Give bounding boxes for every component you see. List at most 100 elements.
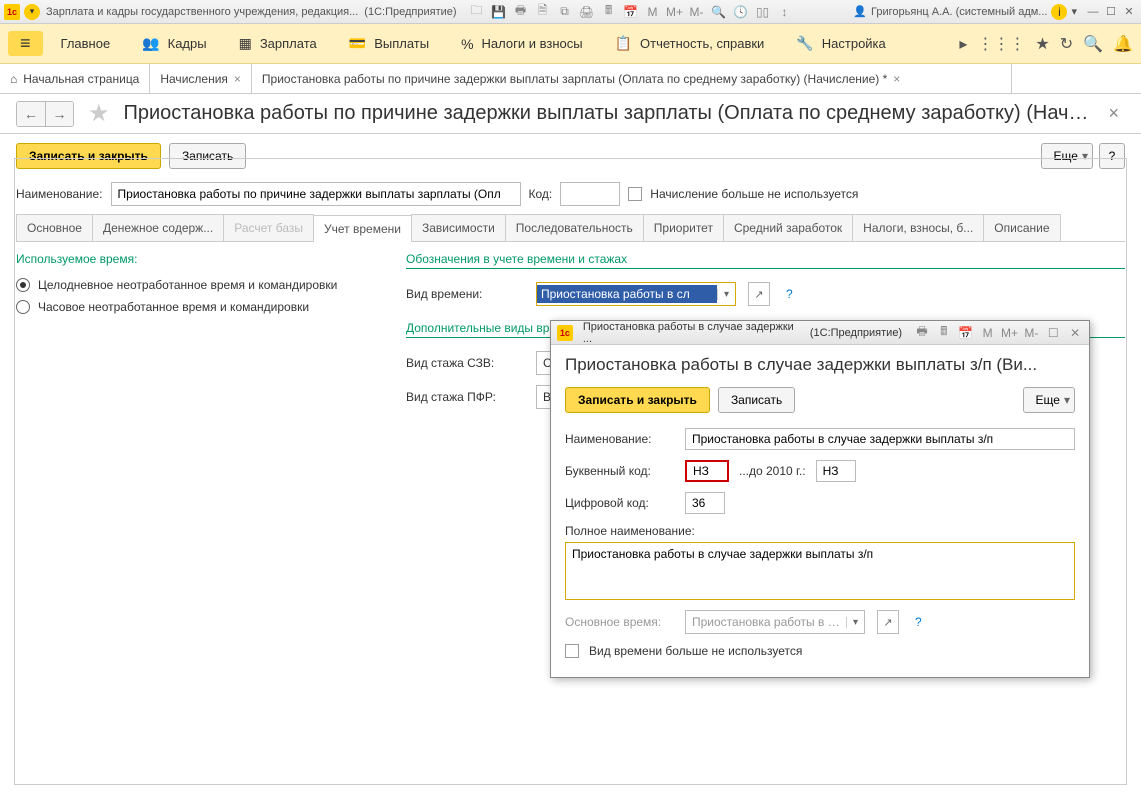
menu-reports[interactable]: 📋Отчетность, справки [601,31,779,56]
tab-current[interactable]: Приостановка работы по причине задержки … [252,64,1012,93]
help-icon[interactable]: ? [915,615,922,629]
play-icon[interactable]: ▸ [959,34,967,54]
menu-taxes[interactable]: %Налоги и взносы [447,32,597,56]
dialog-name-input[interactable] [685,428,1075,450]
dialog-close[interactable]: ✕ [1067,325,1083,341]
dialog-titlebar: 1c Приостановка работы в случае задержки… [551,321,1089,345]
print2-icon[interactable]: 🖨 [579,4,595,20]
m-plus-icon[interactable]: M+ [667,4,683,20]
user-label[interactable]: 👤 Григорьянц А.А. (системный адм... i ▾ [853,4,1077,20]
code-label: Код: [529,187,553,201]
radio-fullday[interactable]: Целодневное неотработанное время и коман… [16,274,376,296]
tab-home[interactable]: ⌂ Начальная страница [0,64,150,93]
tab-priority[interactable]: Приоритет [643,214,724,241]
calendar-icon[interactable]: 📅 [958,325,974,341]
print-icon[interactable]: 🖶 [914,325,930,341]
dialog-more-button[interactable]: Еще [1023,387,1075,413]
forward-button[interactable]: → [45,102,73,126]
dialog-save-close-button[interactable]: Записать и закрыть [565,387,710,413]
info-icon[interactable]: i [1051,4,1067,20]
action-bar: Записать и закрыть Записать Еще ? [0,134,1141,178]
page-title: Приостановка работы по причине задержки … [124,102,1095,125]
save-button[interactable]: Записать [169,143,246,169]
compare-icon[interactable]: ⧉ [557,4,573,20]
tab-desc[interactable]: Описание [983,214,1060,241]
tab-deps[interactable]: Зависимости [411,214,506,241]
calendar-icon[interactable]: 📅 [623,4,639,20]
menu-hamburger[interactable]: ≡ [8,31,43,56]
close-button[interactable]: ✕ [1121,5,1137,19]
dialog-letter-code-label: Буквенный код: [565,464,675,478]
tab-time[interactable]: Учет времени [313,215,412,242]
m-plus-icon[interactable]: M+ [1001,325,1017,341]
open-button[interactable]: ↗ [877,610,899,634]
close-page-button[interactable]: × [1102,103,1125,124]
menu-hr[interactable]: 👥Кадры [128,31,220,56]
dialog-notused-checkbox[interactable] [565,644,579,658]
clock-icon[interactable]: 🕓 [733,4,749,20]
bell-icon[interactable]: 🔔 [1113,34,1133,54]
search-icon[interactable]: 🔍 [1083,34,1103,54]
more-button[interactable]: Еще [1041,143,1093,169]
dialog-digit-code-input[interactable] [685,492,725,514]
save-icon[interactable]: 💾 [491,4,507,20]
m-icon[interactable]: M [980,325,996,341]
apps-icon[interactable]: ⋮⋮⋮ [977,34,1025,54]
dialog-until2010-input[interactable] [816,460,856,482]
platform-label: (1С:Предприятие) [364,6,456,18]
menu-payouts[interactable]: 💳Выплаты [335,31,443,56]
info-dropdown-icon[interactable]: ▾ [1071,5,1077,18]
panels-icon[interactable]: ▯▯ [755,4,771,20]
save-close-button[interactable]: Записать и закрыть [16,143,161,169]
star-icon[interactable]: ★ [1035,34,1049,54]
folder-icon[interactable]: 🗀 [469,4,485,20]
m-minus-icon[interactable]: M- [1023,325,1039,341]
calc-icon[interactable]: 🖩 [601,4,617,20]
help-button[interactable]: ? [1099,143,1125,169]
name-input[interactable] [111,182,521,206]
window-controls: — ☐ ✕ [1085,5,1137,19]
name-label: Наименование: [16,187,103,201]
m-icon[interactable]: M [645,4,661,20]
m-minus-icon[interactable]: M- [689,4,705,20]
not-used-checkbox[interactable] [628,187,642,201]
print-icon[interactable]: 🖶 [513,4,529,20]
menu-settings[interactable]: 🔧Настройка [782,31,899,56]
maximize-button[interactable]: ☐ [1103,5,1119,19]
code-input[interactable] [560,182,620,206]
favorite-icon[interactable]: ★ [88,99,110,128]
dialog-letter-code-input[interactable] [685,460,729,482]
menu-right-tools: ▸ ⋮⋮⋮ ★ ↻ 🔍 🔔 [959,34,1133,54]
history-icon[interactable]: ↻ [1060,34,1073,54]
dropdown-icon[interactable]: ▾ [24,4,40,20]
dialog-save-button[interactable]: Записать [718,387,795,413]
dialog-maximize[interactable]: ☐ [1045,325,1061,341]
radio-hourly[interactable]: Часовое неотработанное время и командиро… [16,296,376,318]
back-button[interactable]: ← [17,102,45,126]
app-logo-icon: 1c [4,4,20,20]
minimize-button[interactable]: — [1085,5,1101,19]
open-button[interactable]: ↗ [748,282,770,306]
menu-main[interactable]: Главное [47,32,125,55]
cursor-icon[interactable]: ↕ [777,4,793,20]
percent-icon: % [461,36,473,52]
dropdown-icon[interactable]: ▾ [717,289,735,300]
menu-salary[interactable]: ▦Зарплата [225,31,331,56]
tab-accruals[interactable]: Начисления × [150,64,252,93]
tab-seq[interactable]: Последовательность [505,214,644,241]
calc-icon[interactable]: 🖩 [936,325,952,341]
dialog-fullname-input[interactable] [565,542,1075,600]
tab-taxes[interactable]: Налоги, взносы, б... [852,214,984,241]
tab-avg[interactable]: Средний заработок [723,214,853,241]
nav-buttons: ← → [16,101,74,127]
close-icon[interactable]: × [893,72,900,86]
dialog-fullname-row: Полное наименование: [565,519,1075,605]
help-icon[interactable]: ? [786,287,793,301]
preview-icon[interactable]: 🗎 [535,4,551,20]
close-icon[interactable]: × [234,72,241,86]
dialog-basetime-value: Приостановка работы в сл [686,615,846,629]
zoom-in-icon[interactable]: 🔍 [711,4,727,20]
time-type-select[interactable]: Приостановка работы в сл ▾ [536,282,736,306]
tab-basic[interactable]: Основное [16,214,93,241]
tab-money[interactable]: Денежное содерж... [92,214,224,241]
